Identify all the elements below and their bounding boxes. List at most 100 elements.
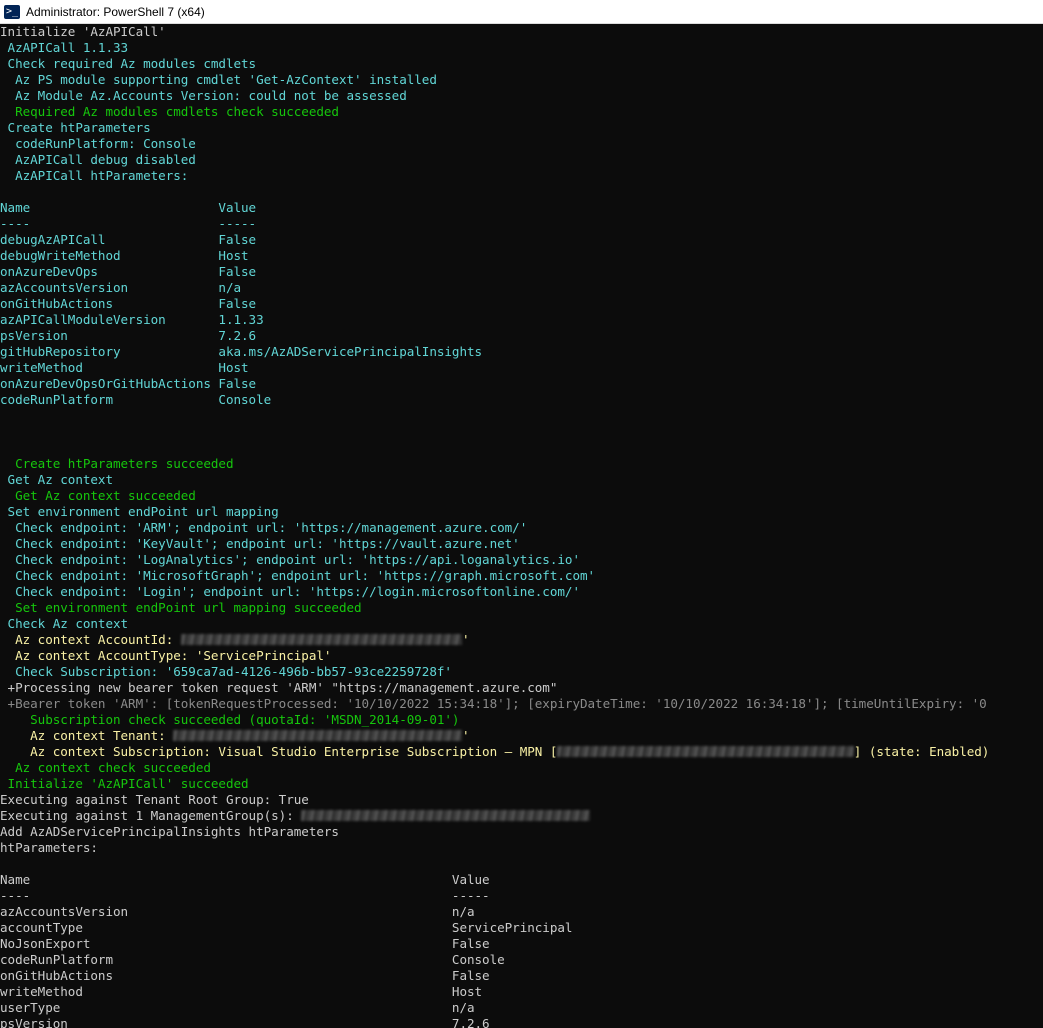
console-line: Initialize 'AzAPICall' [0,24,1043,40]
console-line: Az Module Az.Accounts Version: could not… [0,88,1043,104]
console-line: Get Az context [0,472,1043,488]
console-line: psVersion 7.2.6 [0,1016,1043,1028]
console-line: Az context Subscription: Visual Studio E… [0,744,1043,760]
console-line: codeRunPlatform Console [0,392,1043,408]
console-line: Az PS module supporting cmdlet 'Get-AzCo… [0,72,1043,88]
console-line: Check Subscription: '659ca7ad-4126-496b-… [0,664,1043,680]
console-line: Check endpoint: 'KeyVault'; endpoint url… [0,536,1043,552]
console-line-text: writeMethod Host [0,360,249,375]
console-line: Check endpoint: 'Login'; endpoint url: '… [0,584,1043,600]
console-line: Get Az context succeeded [0,488,1043,504]
console-line-text: Executing against 1 ManagementGroup(s): [0,808,302,823]
console-line-text: gitHubRepository aka.ms/AzADServicePrinc… [0,344,483,359]
console-line: Add AzADServicePrincipalInsights htParam… [0,824,1043,840]
console-line-text: Get Az context [0,472,114,487]
console-line-text: accountType ServicePrincipal [0,920,573,935]
console-line: psVersion 7.2.6 [0,328,1043,344]
console-line: azAccountsVersion n/a [0,904,1043,920]
console-line-text: Az Module Az.Accounts Version: could not… [0,88,407,103]
redacted-value [557,746,854,757]
console-line: Required Az modules cmdlets check succee… [0,104,1043,120]
console-line-text: psVersion 7.2.6 [0,1016,490,1028]
console-line: AzAPICall 1.1.33 [0,40,1043,56]
console-line: Az context check succeeded [0,760,1043,776]
console-line: Check endpoint: 'ARM'; endpoint url: 'ht… [0,520,1043,536]
console-line-text: Set environment endPoint url mapping suc… [0,600,362,615]
console-line-text: Az context AccountType: 'ServicePrincipa… [0,648,332,663]
console-line-text: debugAzAPICall False [0,232,257,247]
console-output[interactable]: Initialize 'AzAPICall' AzAPICall 1.1.33 … [0,24,1043,1028]
console-line: Check endpoint: 'LogAnalytics'; endpoint… [0,552,1043,568]
console-line-text: Check Az context [0,616,129,631]
console-line: Set environment endPoint url mapping suc… [0,600,1043,616]
console-line-text: +Processing new bearer token request 'AR… [0,680,558,695]
console-line: Create htParameters [0,120,1043,136]
console-line: Az context AccountId: ' [0,632,1043,648]
console-line-text: Name Value [0,872,490,887]
console-line: azAPICallModuleVersion 1.1.33 [0,312,1043,328]
console-line-text: Executing against Tenant Root Group: Tru… [0,792,309,807]
console-line-text: +Bearer token 'ARM': [tokenRequestProces… [0,696,987,711]
console-line-text: Az context Tenant: [0,728,174,743]
console-line: +Bearer token 'ARM': [tokenRequestProces… [0,696,1043,712]
console-line-text: Create htParameters [0,120,151,135]
console-line: codeRunPlatform Console [0,952,1043,968]
console-line: Check endpoint: 'MicrosoftGraph'; endpoi… [0,568,1043,584]
console-line-text: codeRunPlatform Console [0,392,272,407]
console-line-text: codeRunPlatform: Console [0,136,196,151]
console-line: accountType ServicePrincipal [0,920,1043,936]
console-line: Subscription check succeeded (quotaId: '… [0,712,1043,728]
title-bar[interactable]: >_ Administrator: PowerShell 7 (x64) [0,0,1043,24]
console-line-text: debugWriteMethod Host [0,248,249,263]
console-line: Executing against 1 ManagementGroup(s): [0,808,1043,824]
console-line: Initialize 'AzAPICall' succeeded [0,776,1043,792]
console-line-text: Az context Subscription: Visual Studio E… [0,744,558,759]
console-line-text: Check endpoint: 'KeyVault'; endpoint url… [0,536,520,551]
console-line: NoJsonExport False [0,936,1043,952]
console-line-text: AzAPICall 1.1.33 [0,40,129,55]
console-line-text: psVersion 7.2.6 [0,328,257,343]
console-line-text: Add AzADServicePrincipalInsights htParam… [0,824,339,839]
console-line-suffix: ' [462,728,470,743]
console-line: Set environment endPoint url mapping [0,504,1043,520]
console-line: Executing against Tenant Root Group: Tru… [0,792,1043,808]
console-line: +Processing new bearer token request 'AR… [0,680,1043,696]
console-line-text: Get Az context succeeded [0,488,196,503]
console-line-text: Initialize 'AzAPICall' succeeded [0,776,249,791]
console-line-text: Check endpoint: 'MicrosoftGraph'; endpoi… [0,568,596,583]
console-line-text: Check endpoint: 'ARM'; endpoint url: 'ht… [0,520,528,535]
console-line: Name Value [0,872,1043,888]
console-line: writeMethod Host [0,360,1043,376]
console-line: onAzureDevOps False [0,264,1043,280]
console-line-text: onGitHubActions False [0,968,490,983]
console-line-suffix: ' [461,632,470,647]
console-line: Az context Tenant: ' [0,728,1043,744]
console-line-text: Required Az modules cmdlets check succee… [0,104,339,119]
console-line-text: Set environment endPoint url mapping [0,504,279,519]
console-line-text: Check Subscription: '659ca7ad-4126-496b-… [0,664,452,679]
console-line: ---- ----- [0,888,1043,904]
console-line-text: writeMethod Host [0,984,483,999]
console-line-text: AzAPICall debug disabled [0,152,196,167]
console-line-text: Check required Az modules cmdlets [0,56,257,71]
powershell-icon: >_ [4,4,20,19]
console-line: gitHubRepository aka.ms/AzADServicePrinc… [0,344,1043,360]
console-line-text: Subscription check succeeded (quotaId: '… [0,712,460,727]
console-line-text: Check endpoint: 'LogAnalytics'; endpoint… [0,552,580,567]
redacted-value [301,810,591,821]
console-line-text: Initialize 'AzAPICall' [0,24,166,39]
console-line-text: ---- ----- [0,888,490,903]
console-line-text: onAzureDevOps False [0,264,257,279]
console-line-text: htParameters: [0,840,98,855]
console-line-text: AzAPICall htParameters: [0,168,189,183]
console-line: userType n/a [0,1000,1043,1016]
console-line-text: azAPICallModuleVersion 1.1.33 [0,312,264,327]
console-line: Create htParameters succeeded [0,456,1043,472]
console-line: AzAPICall debug disabled [0,152,1043,168]
window-title: Administrator: PowerShell 7 (x64) [26,4,205,19]
console-line-text: onGitHubActions False [0,296,257,311]
console-line-text: Az context AccountId: [0,632,181,647]
